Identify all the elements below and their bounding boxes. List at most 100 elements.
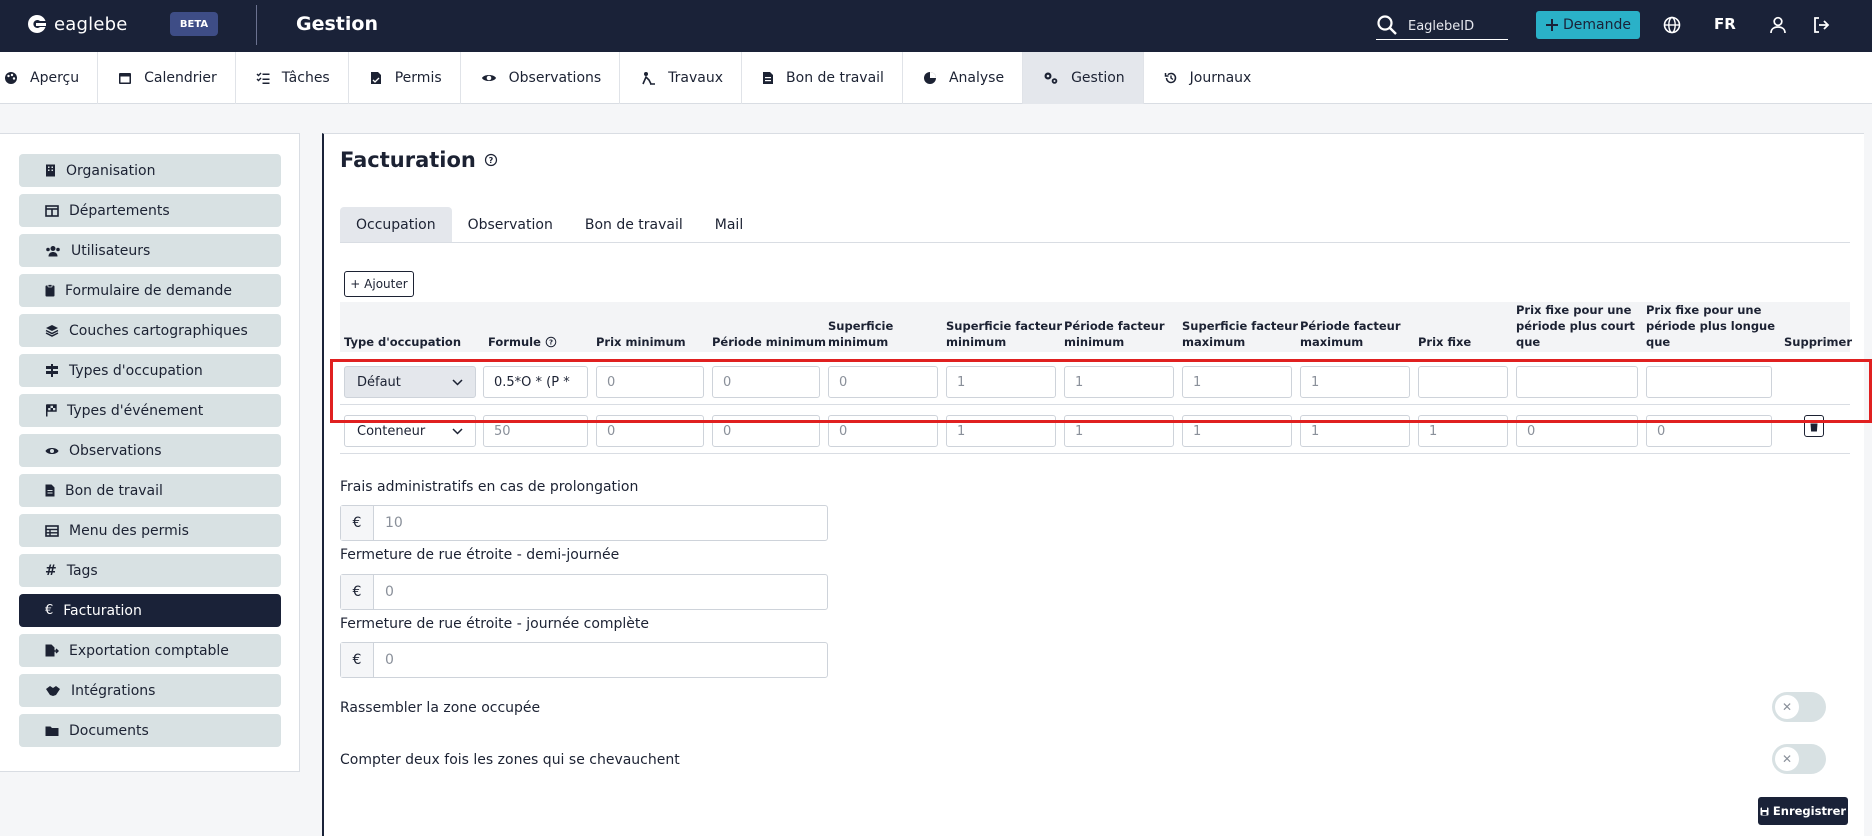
nav-item-observations[interactable]: Observations [461,52,621,104]
eye-icon [481,72,497,84]
tab-mail[interactable]: Mail [699,207,759,242]
search-input[interactable] [1408,16,1504,36]
half-day-fee-field[interactable]: € 0 [340,574,828,610]
admin-fee-input[interactable]: 10 [374,506,827,540]
half-day-fee-input[interactable]: 0 [374,575,827,609]
nav-item-apercu[interactable]: Aperçu [0,52,99,104]
sidebar-item-departements[interactable]: Départements [19,194,281,227]
logout-icon[interactable] [1810,14,1832,36]
sidebar-item-label: Tags [66,562,98,579]
nav-item-journaux[interactable]: Journaux [1144,52,1270,104]
prix-fixe-court-input[interactable] [1516,366,1638,398]
formula-input[interactable]: 50 [483,415,588,447]
sidebar-item-utilisateurs[interactable]: Utilisateurs [19,234,281,267]
nav-item-label: Permis [394,70,442,86]
nav-item-label: Aperçu [30,70,80,86]
occupation-type-select[interactable]: Défaut [344,366,476,398]
help-icon[interactable]: ? [545,336,557,348]
sidebar-item-types-occupation[interactable]: Types d'occupation [19,354,281,387]
occupation-type-select[interactable]: Conteneur [344,415,476,447]
search-box [1376,12,1508,40]
user-icon[interactable] [1767,14,1789,36]
full-day-fee-input[interactable]: 0 [374,643,827,677]
nav-item-gestion[interactable]: Gestion [1023,52,1144,104]
nav-item-analyse[interactable]: Analyse [903,52,1024,104]
prix-fixe-long-input[interactable]: 0 [1646,415,1772,447]
nav-item-permis[interactable]: Permis [349,52,461,104]
nav-item-travaux[interactable]: Travaux [620,52,743,104]
chevron-down-icon [452,427,463,435]
sidebar-item-couches-cartographiques[interactable]: Couches cartographiques [19,314,281,347]
history-icon [1164,71,1178,85]
prix-minimum-input[interactable]: 0 [596,366,704,398]
superficie-facteur-maximum-input[interactable]: 1 [1182,415,1292,447]
handshake-icon [45,685,61,697]
tab-observation[interactable]: Observation [452,207,569,242]
logo[interactable]: eaglebe [26,13,128,35]
admin-fee-field[interactable]: € 10 [340,505,828,541]
periode-facteur-minimum-input[interactable]: 1 [1064,415,1174,447]
settings-sidebar: Organisation Départements Utilisateurs F… [0,133,300,772]
periode-facteur-maximum-input[interactable]: 1 [1300,415,1410,447]
sidebar-item-facturation[interactable]: € Facturation [19,594,281,627]
top-bar: eaglebe BETA Gestion Demande FR [0,0,1872,52]
column-header-periode-facteur-minimum: Période facteur minimum [1064,319,1165,349]
sidebar-item-label: Menu des permis [69,522,189,539]
sidebar-item-tags[interactable]: # Tags [19,554,281,587]
globe-icon[interactable] [1661,14,1683,36]
periode-minimum-input[interactable]: 0 [712,415,820,447]
delete-row-button[interactable] [1804,415,1824,437]
language-selector[interactable]: FR [1714,15,1736,33]
sidebar-item-label: Documents [69,722,149,739]
euro-icon: € [341,506,374,540]
help-icon[interactable]: ? [484,153,498,167]
building-icon [45,164,56,177]
superficie-minimum-input[interactable]: 0 [828,415,938,447]
sidebar-item-formulaire-de-demande[interactable]: Formulaire de demande [19,274,281,307]
prix-fixe-input[interactable]: 1 [1418,415,1508,447]
layers-icon [45,324,59,337]
periode-minimum-input[interactable]: 0 [712,366,820,398]
sidebar-item-bon-de-travail[interactable]: Bon de travail [19,474,281,507]
sidebar-item-observations[interactable]: Observations [19,434,281,467]
superficie-facteur-minimum-input[interactable]: 1 [946,415,1056,447]
prix-minimum-input[interactable]: 0 [596,415,704,447]
page-title: Gestion [296,13,378,35]
sidebar-item-integrations[interactable]: Intégrations [19,674,281,707]
sidebar-item-label: Couches cartographiques [69,322,248,339]
sidebar-item-organisation[interactable]: Organisation [19,154,281,187]
tab-occupation[interactable]: Occupation [340,207,452,242]
periode-facteur-minimum-input[interactable]: 1 [1064,366,1174,398]
sidebar-item-documents[interactable]: Documents [19,714,281,747]
column-header-supprimer: Supprimer [1784,335,1853,349]
new-request-button[interactable]: Demande [1536,11,1640,39]
fee-label: Fermeture de rue étroite - demi-journée [340,547,620,563]
column-header-superficie-facteur-maximum: Superficie facteur maximum [1182,319,1298,349]
occupation-type-value: Conteneur [357,423,426,439]
sidebar-item-types-evenement[interactable]: Types d'événement [19,394,281,427]
superficie-facteur-maximum-input[interactable]: 1 [1182,366,1292,398]
superficie-minimum-input[interactable]: 0 [828,366,938,398]
superficie-facteur-minimum-input[interactable]: 1 [946,366,1056,398]
save-button[interactable]: Enregistrer [1758,797,1848,825]
overlap-zone-toggle[interactable]: ✕ [1772,744,1826,774]
prix-fixe-input[interactable] [1418,366,1508,398]
nav-item-taches[interactable]: Tâches [236,52,349,104]
column-header-formule: Formule ? [488,334,557,350]
merge-zone-toggle[interactable]: ✕ [1772,692,1826,722]
sidebar-item-menu-des-permis[interactable]: Menu des permis [19,514,281,547]
full-day-fee-field[interactable]: € 0 [340,642,828,678]
periode-facteur-maximum-input[interactable]: 1 [1300,366,1410,398]
sidebar-item-exportation-comptable[interactable]: Exportation comptable [19,634,281,667]
calendar-icon [118,71,132,85]
formula-input[interactable]: 0.5*O * (P * [483,366,588,398]
add-button[interactable]: + Ajouter [344,271,414,297]
euro-icon: € [341,643,374,677]
prix-fixe-court-input[interactable]: 0 [1516,415,1638,447]
search-icon[interactable] [1376,14,1398,36]
save-icon [1760,807,1769,816]
prix-fixe-long-input[interactable] [1646,366,1772,398]
nav-item-calendrier[interactable]: Calendrier [98,52,236,104]
tab-bon-de-travail[interactable]: Bon de travail [569,207,699,242]
nav-item-bon-de-travail[interactable]: Bon de travail [742,52,903,104]
